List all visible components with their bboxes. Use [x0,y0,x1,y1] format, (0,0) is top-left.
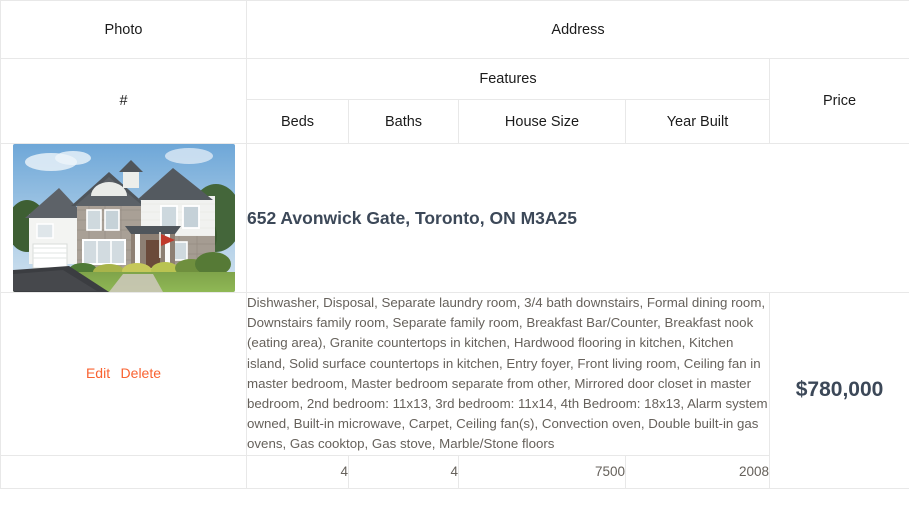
column-header-house-size: House Size [458,99,626,144]
column-header-address: Address [245,0,909,59]
property-photo-cell [0,143,247,293]
house-photo-image [12,144,235,292]
delete-link[interactable]: Delete [118,365,164,381]
table-row-photo-address: 652 Avonwick Gate, Toronto, ON M3A25 [0,143,909,293]
property-house-size-value: 7500 [458,454,626,489]
header-row-secondary: # Features Price [0,58,909,144]
property-price: $780,000 [768,292,909,489]
header-row-primary: Photo Address [0,0,909,59]
column-header-photo: Photo [0,0,247,59]
column-header-features: Features [246,58,770,100]
column-header-beds: Beds [246,99,349,144]
property-address: 652 Avonwick Gate, Toronto, ON M3A25 [245,143,909,293]
column-header-year-built: Year Built [625,99,770,144]
edit-link[interactable]: Edit [83,365,113,381]
property-year-built-value: 2008 [625,454,770,489]
stats-spacer-cell [0,454,247,489]
row-actions-cell: Edit Delete [0,292,247,456]
column-header-baths: Baths [348,99,459,144]
property-features-description: Dishwasher, Disposal, Separate laundry r… [246,292,770,456]
column-header-number: # [0,58,247,144]
property-baths-value: 4 [348,454,459,489]
table-header: Photo Address # Features Price Beds Bath… [0,0,909,144]
property-beds-value: 4 [246,454,349,489]
column-header-price: Price [768,58,909,144]
table-body: 652 Avonwick Gate, Toronto, ON M3A25 Edi… [0,143,909,489]
property-listing-table: Photo Address # Features Price Beds Bath… [0,0,909,489]
table-row-features: Edit Delete Dishwasher, Disposal, Separa… [0,292,909,489]
